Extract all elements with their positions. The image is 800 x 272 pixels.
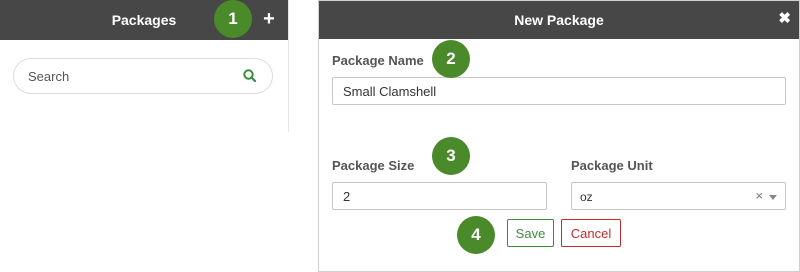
package-unit-label: Package Unit bbox=[571, 158, 653, 173]
package-size-label: Package Size bbox=[332, 158, 415, 173]
modal-title: New Package bbox=[514, 12, 604, 28]
step-badge-3: 3 bbox=[432, 137, 470, 175]
step-badge-1: 1 bbox=[214, 0, 252, 38]
step-badge-4: 4 bbox=[457, 216, 495, 254]
clear-icon[interactable]: × bbox=[755, 188, 763, 203]
search-icon[interactable] bbox=[242, 68, 258, 84]
search-box bbox=[13, 58, 273, 94]
package-size-input[interactable] bbox=[332, 182, 547, 210]
package-unit-value: oz bbox=[580, 190, 593, 204]
chevron-down-icon[interactable] bbox=[769, 195, 777, 200]
add-package-button[interactable]: + bbox=[260, 8, 278, 30]
step-badge-2: 2 bbox=[432, 40, 470, 78]
close-icon: ✖ bbox=[778, 10, 791, 27]
search-input[interactable] bbox=[26, 67, 230, 85]
save-button[interactable]: Save bbox=[507, 219, 554, 247]
cancel-button[interactable]: Cancel bbox=[561, 219, 621, 247]
package-name-label: Package Name bbox=[332, 53, 424, 68]
close-button[interactable]: ✖ bbox=[778, 9, 791, 27]
package-name-input[interactable] bbox=[332, 77, 786, 105]
plus-icon: + bbox=[263, 8, 275, 30]
package-unit-select[interactable]: oz × bbox=[571, 182, 786, 210]
modal-header: New Package ✖ bbox=[319, 1, 799, 39]
new-package-modal: New Package ✖ Package Name Package Size … bbox=[318, 0, 800, 272]
